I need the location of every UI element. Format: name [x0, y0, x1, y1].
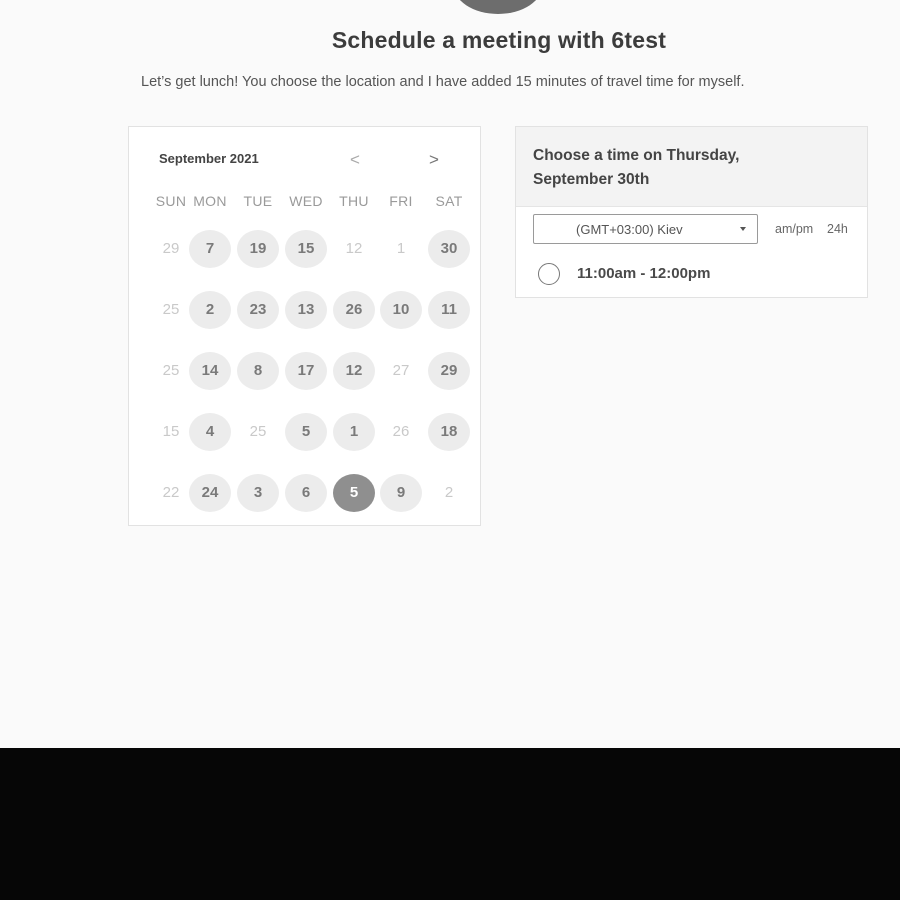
- calendar-day-available[interactable]: 3: [237, 474, 279, 512]
- calendar-day-available[interactable]: 19: [237, 230, 279, 268]
- weekday-label: WED: [289, 193, 323, 209]
- time-panel: Choose a time on Thursday, September 30t…: [515, 126, 868, 298]
- time-heading: Choose a time on Thursday, September 30t…: [533, 147, 740, 188]
- calendar-day-available[interactable]: 5: [285, 413, 327, 451]
- time-panel-header: Choose a time on Thursday, September 30t…: [516, 127, 867, 207]
- format-ampm-toggle[interactable]: am/pm: [775, 222, 813, 236]
- calendar-day-disabled: 1: [396, 240, 406, 257]
- calendar-day-available[interactable]: 7: [189, 230, 231, 268]
- calendar-day-available[interactable]: 24: [189, 474, 231, 512]
- calendar-day-disabled: 25: [162, 301, 180, 318]
- calendar-day-available[interactable]: 14: [189, 352, 231, 390]
- calendar-day-selected[interactable]: 5: [333, 474, 375, 512]
- calendar-day-available[interactable]: 13: [285, 291, 327, 329]
- calendar-day-disabled: 25: [162, 362, 180, 379]
- calendar-day-available[interactable]: 17: [285, 352, 327, 390]
- calendar-day-disabled: 12: [345, 240, 363, 257]
- time-slot[interactable]: 11:00am - 12:00pm: [516, 251, 867, 297]
- avatar: [453, 0, 543, 14]
- next-month-button[interactable]: >: [422, 149, 446, 171]
- calendar-day-available[interactable]: 26: [333, 291, 375, 329]
- calendar-day-disabled: 2: [444, 484, 454, 501]
- calendar-day-available[interactable]: 12: [333, 352, 375, 390]
- month-label: September 2021: [159, 151, 259, 166]
- weekday-label: MON: [193, 193, 227, 209]
- calendar-day-available[interactable]: 23: [237, 291, 279, 329]
- calendar-day-available[interactable]: 15: [285, 230, 327, 268]
- radio-button[interactable]: [538, 263, 560, 285]
- caret-down-icon: [740, 227, 746, 231]
- page-description: Let’s get lunch! You choose the location…: [141, 74, 745, 90]
- calendar-panel: September 2021 < > SUN MON TUE WED THU FRI SAT…: [128, 126, 481, 526]
- weekday-label: TUE: [243, 193, 273, 209]
- prev-month-button[interactable]: <: [343, 149, 367, 171]
- calendar-day-disabled: 25: [249, 423, 267, 440]
- weekday-label: THU: [339, 193, 369, 209]
- timezone-value: (GMT+03:00) Kiev: [576, 222, 683, 237]
- calendar-day-disabled: 22: [162, 484, 180, 501]
- calendar-day-available[interactable]: 8: [237, 352, 279, 390]
- calendar-day-available[interactable]: 11: [428, 291, 470, 329]
- black-bar: [0, 748, 900, 900]
- calendar-day-available[interactable]: 4: [189, 413, 231, 451]
- calendar-day-available[interactable]: 6: [285, 474, 327, 512]
- calendar-day-disabled: 29: [162, 240, 180, 257]
- format-24h-toggle[interactable]: 24h: [827, 222, 848, 236]
- calendar-day-disabled: 26: [392, 423, 410, 440]
- calendar-day-available[interactable]: 10: [380, 291, 422, 329]
- chevron-left-icon: <: [350, 150, 360, 169]
- weekday-label: SAT: [435, 193, 463, 209]
- chevron-right-icon: >: [429, 150, 439, 169]
- page-title: Schedule a meeting with 6test: [331, 27, 667, 53]
- calendar-day-available[interactable]: 1: [333, 413, 375, 451]
- time-slot-label: 11:00am - 12:00pm: [577, 265, 711, 282]
- weekday-label: FRI: [389, 193, 413, 209]
- calendar-day-available[interactable]: 2: [189, 291, 231, 329]
- calendar-day-available[interactable]: 9: [380, 474, 422, 512]
- calendar-day-available[interactable]: 18: [428, 413, 470, 451]
- calendar-day-disabled: 27: [392, 362, 410, 379]
- calendar-day-available[interactable]: 29: [428, 352, 470, 390]
- timezone-select[interactable]: (GMT+03:00) Kiev: [533, 214, 758, 244]
- calendar-day-disabled: 15: [162, 423, 180, 440]
- calendar-day-available[interactable]: 30: [428, 230, 470, 268]
- weekday-header: SUN MON TUE WED THU FRI SAT: [129, 193, 480, 211]
